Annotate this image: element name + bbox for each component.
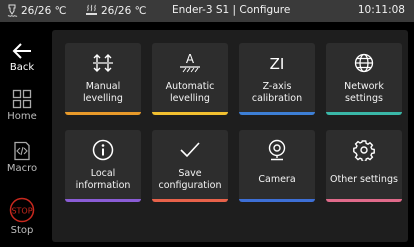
z-axis-calibration-line1: Z-axis bbox=[262, 81, 292, 92]
stop-button[interactable]: STOP Stop bbox=[0, 197, 44, 236]
other-settings-label: Other settings bbox=[326, 174, 402, 186]
auto-levelling-glyph: A bbox=[186, 52, 195, 66]
local-information-label: Local information bbox=[65, 168, 141, 192]
camera-accent bbox=[239, 199, 315, 202]
z-axis-calibration-line2: calibration bbox=[251, 93, 303, 104]
camera-tile[interactable]: Camera bbox=[239, 130, 315, 202]
manual-levelling-line2: levelling bbox=[83, 93, 123, 104]
nozzle-temperature: 26/26 ℃ bbox=[6, 4, 66, 17]
save-configuration-line1: Save bbox=[178, 168, 202, 179]
gear-icon bbox=[353, 140, 375, 161]
page-title-text: Ender-3 S1 | Configure bbox=[172, 4, 291, 16]
stop-icon: STOP bbox=[9, 197, 35, 223]
z-axis-calibration-label: Z-axis calibration bbox=[239, 81, 315, 105]
home-button[interactable]: Home bbox=[0, 89, 44, 122]
network-settings-line1: Network bbox=[344, 81, 384, 92]
automatic-levelling-line1: Automatic bbox=[165, 81, 215, 92]
status-bar: 26/26 ℃ 26/26 ℃ Ender-3 S1 | Configure 1… bbox=[0, 0, 414, 22]
camera-line1: Camera bbox=[258, 174, 296, 185]
z-axis-calibration-accent bbox=[239, 112, 315, 115]
stop-icon-text: STOP bbox=[11, 207, 32, 216]
other-settings-line1: Other settings bbox=[330, 174, 398, 185]
network-settings-accent bbox=[326, 112, 402, 115]
z-axis-glyph: ZI bbox=[270, 55, 285, 73]
back-button[interactable]: Back bbox=[0, 42, 44, 73]
globe-icon bbox=[354, 53, 374, 73]
other-settings-tile[interactable]: Other settings bbox=[326, 130, 402, 202]
clock: 10:11:08 bbox=[358, 4, 405, 16]
local-information-line2: information bbox=[75, 180, 131, 191]
bed-temperature: 26/26 ℃ bbox=[85, 4, 146, 17]
home-label: Home bbox=[7, 111, 37, 122]
info-icon bbox=[92, 139, 114, 161]
automatic-levelling-line2: levelling bbox=[170, 93, 210, 104]
bed-temp-value: 26/26 ℃ bbox=[101, 4, 147, 17]
camera-icon bbox=[268, 139, 286, 161]
manual-levelling-accent bbox=[65, 112, 141, 115]
stop-label: Stop bbox=[10, 225, 34, 236]
local-information-line1: Local bbox=[90, 168, 116, 179]
macro-code-icon bbox=[14, 141, 30, 161]
automatic-levelling-tile[interactable]: A Automatic levelling bbox=[152, 43, 228, 115]
nozzle-temp-value: 26/26 ℃ bbox=[21, 4, 67, 17]
back-label: Back bbox=[9, 62, 35, 73]
macro-button[interactable]: Macro bbox=[0, 141, 44, 174]
local-information-accent bbox=[65, 199, 141, 202]
manual-levelling-tile[interactable]: Manual levelling bbox=[65, 43, 141, 115]
save-configuration-label: Save configuration bbox=[152, 168, 228, 192]
save-configuration-line2: configuration bbox=[158, 180, 222, 191]
page-title: Ender-3 S1 | Configure bbox=[172, 4, 290, 16]
settings-panel: Manual levelling A Automatic levelling Z… bbox=[52, 30, 408, 242]
heated-bed-icon bbox=[86, 4, 97, 15]
manual-levelling-icon bbox=[93, 54, 113, 72]
back-arrow-icon bbox=[12, 43, 31, 59]
network-settings-tile[interactable]: Network settings bbox=[326, 43, 402, 115]
local-information-tile[interactable]: Local information bbox=[65, 130, 141, 202]
manual-levelling-line1: Manual bbox=[85, 81, 121, 92]
save-configuration-accent bbox=[152, 199, 228, 202]
sidebar: Back Home Macro STOP Stop bbox=[0, 22, 44, 247]
network-settings-line2: settings bbox=[345, 93, 383, 104]
other-settings-accent bbox=[326, 199, 402, 202]
checkmark-icon bbox=[180, 142, 200, 158]
automatic-levelling-label: Automatic levelling bbox=[152, 81, 228, 105]
automatic-levelling-accent bbox=[152, 112, 228, 115]
home-grid-icon bbox=[12, 89, 32, 109]
nozzle-icon bbox=[7, 4, 18, 17]
z-axis-icon: ZI bbox=[270, 55, 285, 73]
save-configuration-tile[interactable]: Save configuration bbox=[152, 130, 228, 202]
auto-levelling-icon: A bbox=[180, 52, 200, 73]
camera-label: Camera bbox=[239, 174, 315, 186]
macro-label: Macro bbox=[6, 163, 38, 174]
network-settings-label: Network settings bbox=[326, 81, 402, 105]
clock-text: 10:11:08 bbox=[357, 4, 405, 16]
z-axis-calibration-tile[interactable]: ZI Z-axis calibration bbox=[239, 43, 315, 115]
manual-levelling-label: Manual levelling bbox=[65, 81, 141, 105]
